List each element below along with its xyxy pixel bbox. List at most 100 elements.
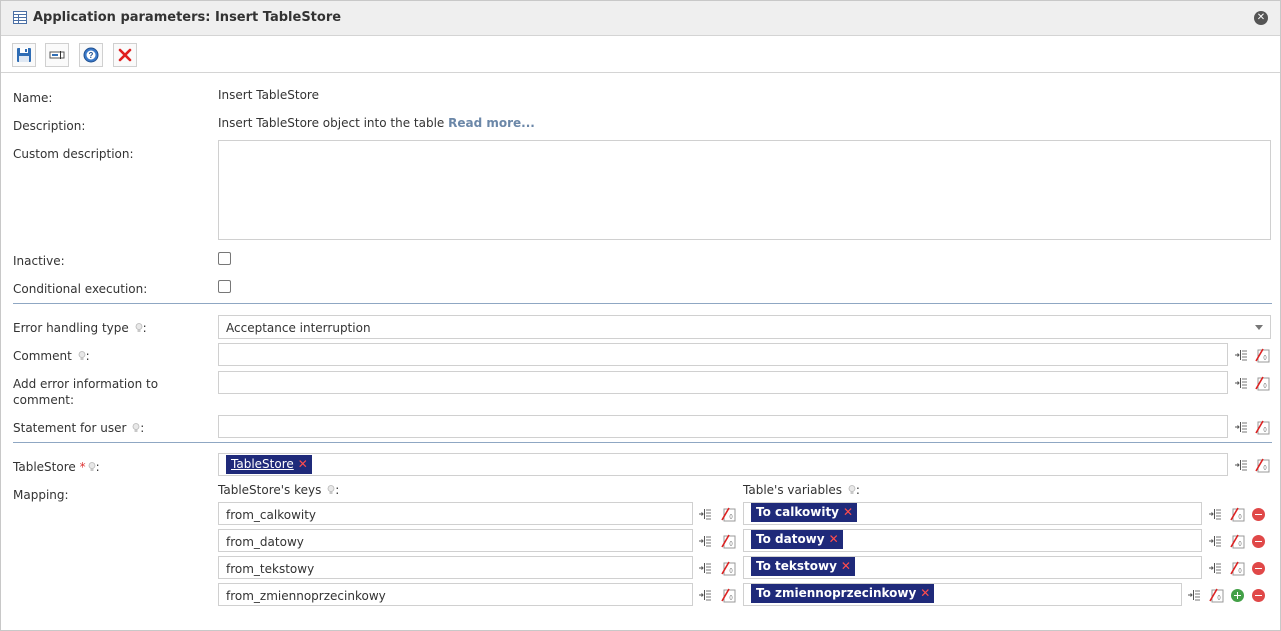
expression-editor-icon[interactable]: ()	[720, 587, 736, 603]
remove-row-icon[interactable]	[1252, 508, 1265, 521]
description-label: Description:	[13, 119, 86, 133]
colon: :	[95, 460, 100, 474]
lightbulb-hint-icon[interactable]	[848, 485, 856, 495]
expression-editor-icon[interactable]: ()	[720, 506, 736, 522]
tablestore-tag[interactable]: TableStore ✕	[226, 455, 312, 474]
floppy-disk-icon	[17, 48, 31, 62]
insert-variable-icon[interactable]	[1234, 375, 1250, 391]
conditional-execution-checkbox[interactable]	[218, 280, 231, 293]
add-error-info-label-line2: comment:	[13, 393, 75, 407]
add-row-icon[interactable]	[1231, 589, 1244, 602]
read-more-link[interactable]: Read more...	[448, 116, 535, 130]
expression-editor-icon[interactable]: ()	[1229, 560, 1245, 576]
custom-description-textarea[interactable]	[218, 140, 1271, 240]
conditional-execution-label: Conditional execution:	[13, 282, 148, 296]
save-button[interactable]	[12, 43, 36, 67]
insert-variable-icon[interactable]	[1234, 419, 1250, 435]
svg-text:(): ()	[729, 568, 733, 574]
insert-variable-icon[interactable]	[1234, 457, 1250, 473]
expression-editor-icon[interactable]: ()	[1229, 506, 1245, 522]
tablestore-tag-label[interactable]: TableStore	[231, 457, 294, 471]
mapping-key-value: from_zmiennoprzecinkowy	[226, 589, 386, 603]
text-field-icon	[49, 51, 65, 59]
insert-variable-icon[interactable]	[698, 506, 714, 522]
svg-text:(): ()	[729, 514, 733, 520]
mapping-key-input[interactable]: from_datowy	[218, 529, 693, 552]
remove-row-icon[interactable]	[1252, 589, 1265, 602]
lightbulb-hint-icon[interactable]	[135, 323, 143, 333]
variable-tag[interactable]: To calkowity ✕	[751, 503, 858, 522]
comment-label: Comment :	[13, 349, 90, 363]
insert-variable-icon[interactable]	[698, 560, 714, 576]
expression-editor-icon[interactable]: ()	[1254, 347, 1270, 363]
error-handling-type-select[interactable]: Acceptance interruption	[218, 315, 1271, 339]
colon: :	[855, 483, 860, 497]
variable-tag-label: To zmiennoprzecinkowy	[756, 586, 917, 600]
mapping-key-input[interactable]: from_zmiennoprzecinkowy	[218, 583, 693, 606]
name-label: Name:	[13, 91, 53, 105]
mapping-key-input[interactable]: from_tekstowy	[218, 556, 693, 579]
help-button[interactable]: ?	[79, 43, 103, 67]
section-divider	[13, 303, 1272, 304]
title-bar: Application parameters: Insert TableStor…	[1, 1, 1280, 36]
tablestore-keys-header-text: TableStore's keys	[218, 483, 322, 497]
statement-for-user-input[interactable]	[218, 415, 1228, 438]
application-parameters-window: Application parameters: Insert TableStor…	[0, 0, 1281, 631]
tablestore-input[interactable]	[218, 453, 1228, 476]
remove-tag-icon[interactable]: ✕	[841, 559, 851, 573]
mapping-key-input[interactable]: from_calkowity	[218, 502, 693, 525]
remove-tag-icon[interactable]: ✕	[829, 532, 839, 546]
lightbulb-hint-icon[interactable]	[88, 462, 96, 472]
mapping-key-value: from_calkowity	[226, 508, 317, 522]
variable-tag[interactable]: To tekstowy ✕	[751, 557, 855, 576]
colon: :	[85, 349, 90, 363]
insert-variable-icon[interactable]	[1234, 347, 1250, 363]
name-value: Insert TableStore	[218, 88, 319, 102]
variable-tag[interactable]: To datowy ✕	[751, 530, 843, 549]
variable-tag[interactable]: To zmiennoprzecinkowy ✕	[751, 584, 935, 603]
toolbar: ?	[1, 37, 1280, 73]
statement-for-user-label: Statement for user :	[13, 421, 144, 435]
insert-variable-icon[interactable]	[1208, 533, 1224, 549]
chevron-down-icon	[1255, 325, 1263, 330]
expression-editor-icon[interactable]: ()	[1254, 419, 1270, 435]
remove-tag-icon[interactable]: ✕	[920, 586, 930, 600]
mapping-key-value: from_datowy	[226, 535, 304, 549]
remove-row-icon[interactable]	[1252, 562, 1265, 575]
inactive-label: Inactive:	[13, 254, 65, 268]
expression-editor-icon[interactable]: ()	[1229, 533, 1245, 549]
expression-editor-icon[interactable]: ()	[1254, 457, 1270, 473]
insert-variable-icon[interactable]	[1208, 560, 1224, 576]
remove-tag-icon[interactable]: ✕	[298, 457, 308, 471]
error-handling-type-label-text: Error handling type	[13, 321, 129, 335]
expression-editor-icon[interactable]: ()	[720, 560, 736, 576]
svg-text:(): ()	[729, 595, 733, 601]
remove-row-icon[interactable]	[1252, 535, 1265, 548]
svg-text:(): ()	[1263, 355, 1267, 361]
add-error-info-input[interactable]	[218, 371, 1228, 394]
custom-description-label: Custom description:	[13, 147, 134, 161]
insert-variable-icon[interactable]	[698, 587, 714, 603]
delete-button[interactable]	[113, 43, 137, 67]
comment-input[interactable]	[218, 343, 1228, 366]
close-icon[interactable]: ✕	[1254, 11, 1268, 25]
remove-tag-icon[interactable]: ✕	[843, 505, 853, 519]
table-variables-header: Table's variables :	[743, 483, 860, 497]
variable-tag-label: To calkowity	[756, 505, 839, 519]
expression-editor-icon[interactable]: ()	[1254, 375, 1270, 391]
inactive-checkbox[interactable]	[218, 252, 231, 265]
insert-variable-icon[interactable]	[1187, 587, 1203, 603]
insert-variable-icon[interactable]	[698, 533, 714, 549]
help-icon: ?	[83, 47, 99, 63]
section-divider	[13, 442, 1272, 443]
insert-variable-icon[interactable]	[1208, 506, 1224, 522]
variable-tag-label: To tekstowy	[756, 559, 837, 573]
expression-editor-icon[interactable]: ()	[1208, 587, 1224, 603]
lightbulb-hint-icon[interactable]	[327, 485, 335, 495]
expression-editor-icon[interactable]: ()	[720, 533, 736, 549]
svg-text:(): ()	[1238, 514, 1242, 520]
rename-button[interactable]	[45, 43, 69, 67]
svg-text:(): ()	[1263, 427, 1267, 433]
lightbulb-hint-icon[interactable]	[78, 351, 86, 361]
window-title: Application parameters: Insert TableStor…	[33, 10, 342, 25]
